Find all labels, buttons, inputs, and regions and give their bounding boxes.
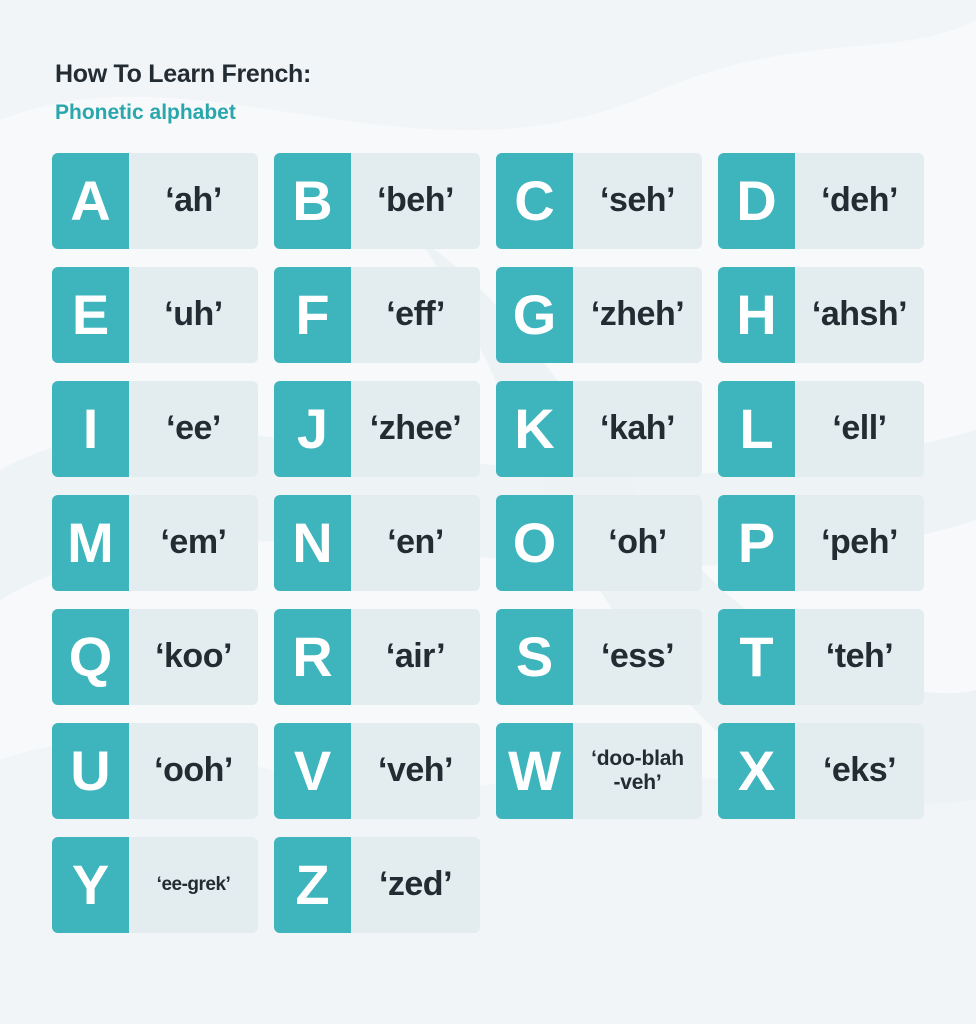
- letter-glyph: O: [496, 495, 573, 591]
- phonetic-sound: ‘ah’: [165, 181, 222, 220]
- letter-glyph: A: [52, 153, 129, 249]
- letter-glyph: V: [274, 723, 351, 819]
- letter-glyph: Q: [52, 609, 129, 705]
- letter-card-j: J ‘zhee’: [274, 381, 480, 477]
- phonetic-sound: ‘uh’: [164, 295, 223, 334]
- letter-card-s: S ‘ess’: [496, 609, 702, 705]
- phonetic-sound: ‘oh’: [608, 523, 667, 562]
- letter-card-x: X ‘eks’: [718, 723, 924, 819]
- letter-card-k: K ‘kah’: [496, 381, 702, 477]
- letter-card-a: A ‘ah’: [52, 153, 258, 249]
- phonetic-sound: ‘doo-blah -veh’: [591, 746, 684, 794]
- page-title: How To Learn French:: [55, 60, 312, 88]
- phonetic-sound: ‘beh’: [377, 181, 454, 220]
- letter-glyph: P: [718, 495, 795, 591]
- phonetic-sound: ‘en’: [387, 523, 444, 562]
- phonetic-sound: ‘veh’: [378, 751, 453, 790]
- letter-glyph: K: [496, 381, 573, 477]
- letter-glyph: C: [496, 153, 573, 249]
- letter-card-l: L ‘ell’: [718, 381, 924, 477]
- phonetic-sound: ‘em’: [160, 523, 227, 562]
- letter-glyph: W: [496, 723, 573, 819]
- letter-card-t: T ‘teh’: [718, 609, 924, 705]
- letter-glyph: B: [274, 153, 351, 249]
- letter-glyph: L: [718, 381, 795, 477]
- letter-card-b: B ‘beh’: [274, 153, 480, 249]
- phonetic-sound: ‘ooh’: [154, 751, 233, 790]
- phonetic-sound: ‘zhee’: [369, 409, 462, 448]
- phonetic-sound: ‘teh’: [825, 637, 894, 676]
- phonetic-sound: ‘air’: [385, 637, 446, 676]
- letter-glyph: F: [274, 267, 351, 363]
- letter-card-q: Q ‘koo’: [52, 609, 258, 705]
- letter-card-g: G ‘zheh’: [496, 267, 702, 363]
- letter-card-v: V ‘veh’: [274, 723, 480, 819]
- phonetic-sound: ‘kah’: [600, 409, 675, 448]
- phonetic-sound: ‘ess’: [600, 637, 675, 676]
- phonetic-sound: ‘ahsh’: [811, 295, 908, 334]
- letter-glyph: J: [274, 381, 351, 477]
- letter-glyph: G: [496, 267, 573, 363]
- letter-glyph: X: [718, 723, 795, 819]
- letter-card-m: M ‘em’: [52, 495, 258, 591]
- page-subtitle: Phonetic alphabet: [55, 101, 236, 124]
- alphabet-grid: A ‘ah’ B ‘beh’ C ‘seh’ D ‘deh’ E ‘uh’ F ‘eff’ G ‘zheh…: [52, 153, 924, 933]
- phonetic-sound: ‘ee’: [166, 409, 221, 448]
- letter-card-n: N ‘en’: [274, 495, 480, 591]
- letter-glyph: D: [718, 153, 795, 249]
- phonetic-sound: ‘koo’: [155, 637, 232, 676]
- letter-glyph: E: [52, 267, 129, 363]
- letter-glyph: Z: [274, 837, 351, 933]
- letter-card-y: Y ‘ee-grek’: [52, 837, 258, 933]
- letter-glyph: R: [274, 609, 351, 705]
- letter-card-r: R ‘air’: [274, 609, 480, 705]
- phonetic-sound: ‘eff’: [386, 295, 445, 334]
- letter-glyph: H: [718, 267, 795, 363]
- letter-glyph: I: [52, 381, 129, 477]
- letter-glyph: M: [52, 495, 129, 591]
- letter-card-h: H ‘ahsh’: [718, 267, 924, 363]
- letter-card-d: D ‘deh’: [718, 153, 924, 249]
- letter-card-e: E ‘uh’: [52, 267, 258, 363]
- letter-card-w: W ‘doo-blah -veh’: [496, 723, 702, 819]
- letter-glyph: N: [274, 495, 351, 591]
- phonetic-sound: ‘ee-grek’: [156, 874, 231, 896]
- letter-card-z: Z ‘zed’: [274, 837, 480, 933]
- letter-card-i: I ‘ee’: [52, 381, 258, 477]
- phonetic-sound: ‘eks’: [822, 751, 897, 790]
- letter-card-f: F ‘eff’: [274, 267, 480, 363]
- letter-card-c: C ‘seh’: [496, 153, 702, 249]
- phonetic-sound: ‘zed’: [378, 865, 453, 904]
- letter-card-o: O ‘oh’: [496, 495, 702, 591]
- letter-card-u: U ‘ooh’: [52, 723, 258, 819]
- letter-glyph: Y: [52, 837, 129, 933]
- letter-glyph: S: [496, 609, 573, 705]
- letter-glyph: T: [718, 609, 795, 705]
- phonetic-sound: ‘ell’: [832, 409, 887, 448]
- letter-glyph: U: [52, 723, 129, 819]
- header: How To Learn French: Phonetic alphabet: [55, 56, 311, 130]
- letter-card-p: P ‘peh’: [718, 495, 924, 591]
- phonetic-sound: ‘seh’: [600, 181, 675, 220]
- phonetic-sound: ‘zheh’: [590, 295, 685, 334]
- phonetic-sound: ‘peh’: [821, 523, 898, 562]
- phonetic-sound: ‘deh’: [821, 181, 898, 220]
